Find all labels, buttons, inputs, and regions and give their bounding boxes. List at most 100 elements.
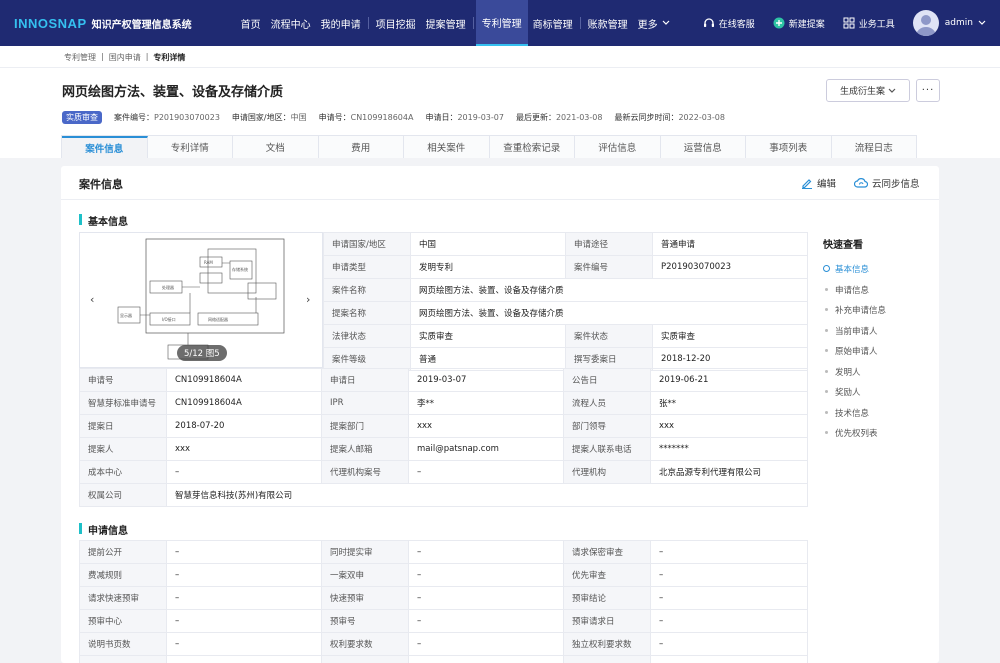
breadcrumb-current: 专利详情 — [153, 53, 186, 62]
edit-button[interactable]: 编辑 — [801, 176, 836, 190]
field-value: 网页绘图方法、装置、设备及存储介质 — [410, 278, 808, 302]
table-row: 权属公司 智慧芽信息科技(苏州)有限公司 — [79, 483, 808, 507]
field-value: 发明专利 — [410, 255, 566, 279]
edit-label: 编辑 — [817, 179, 837, 190]
breadcrumb-domestic-application[interactable]: 国内申请 — [109, 52, 141, 63]
chevron-down-icon[interactable] — [978, 20, 986, 26]
page-title: 网页绘图方法、装置、设备及存储介质 — [62, 85, 284, 100]
field-label: 部门领导 — [563, 414, 651, 438]
card-title: 案件信息 — [79, 178, 123, 191]
quick-link-inventor[interactable]: 发明人 — [823, 362, 923, 383]
top-navigation-bar: INNOSNAP 知识产权管理信息系统 首页 流程中心 我的申请 项目挖掘 提案… — [0, 0, 1000, 46]
business-tools-button[interactable]: 业务工具 — [843, 17, 895, 30]
breadcrumb-patent-management[interactable]: 专利管理 — [64, 52, 96, 63]
table-row: 智慧芽标准申请号 CN109918604A IPR 李** 流程人员 张** — [79, 391, 808, 415]
table-row — [79, 655, 808, 663]
tab-case-info[interactable]: 案件信息 — [62, 136, 148, 158]
plus-circle-icon — [773, 17, 785, 29]
tab-process-log[interactable]: 流程日志 — [832, 136, 917, 158]
card-header: 案件信息 编辑 云同步信息 — [61, 166, 939, 200]
field-label: 独立权利要求数 — [563, 632, 651, 656]
nav-billing-management[interactable]: 账款管理 — [583, 0, 633, 46]
field-label: 预审结论 — [563, 586, 651, 610]
field-value: – — [408, 586, 564, 610]
quick-link-supplementary-application-info[interactable]: 补充申请信息 — [823, 300, 923, 321]
quick-view-title: 快速查看 — [823, 240, 863, 251]
quick-link-basic-info[interactable]: 基本信息 — [823, 259, 923, 280]
field-label: 成本中心 — [79, 460, 167, 484]
field-label: 申请日 — [321, 368, 409, 392]
tab-fees[interactable]: 费用 — [319, 136, 404, 158]
field-label: 代理机构案号 — [321, 460, 409, 484]
field-label: 案件状态 — [565, 324, 653, 348]
field-label: 案件编号 — [565, 255, 653, 279]
topbar-actions: 在线客服 新建提案 业务工具 admin — [703, 0, 1000, 46]
innosnap-logo[interactable]: INNOSNAP — [14, 16, 87, 31]
more-actions-button[interactable]: ··· — [916, 79, 940, 102]
field-label: 提案日 — [79, 414, 167, 438]
breadcrumb-separator: | — [145, 52, 149, 61]
meta-application-date: 2019-03-07 — [457, 113, 504, 122]
nav-home[interactable]: 首页 — [236, 0, 266, 46]
online-service-button[interactable]: 在线客服 — [703, 17, 755, 30]
avatar[interactable] — [912, 10, 939, 36]
carousel-next-arrow[interactable]: › — [306, 293, 310, 306]
quick-link-priority-list[interactable]: 优先权列表 — [823, 423, 923, 444]
field-value: – — [650, 563, 808, 587]
svg-text:I/O接口: I/O接口 — [162, 316, 176, 322]
tab-evaluation-info[interactable]: 评估信息 — [575, 136, 661, 158]
field-label — [321, 655, 409, 663]
nav-divider — [472, 17, 474, 29]
tab-matter-list[interactable]: 事项列表 — [746, 136, 832, 158]
table-row: 提案日 2018-07-20 提案部门 xxx 部门领导 xxx — [79, 414, 808, 438]
field-value: 李** — [408, 391, 564, 415]
field-value: – — [650, 586, 808, 610]
tab-documents[interactable]: 文档 — [233, 136, 319, 158]
field-value: xxx — [650, 414, 808, 438]
table-row: 提案名称 网页绘图方法、装置、设备及存储介质 — [323, 301, 808, 325]
username[interactable]: admin — [945, 18, 973, 28]
field-value: – — [408, 609, 564, 633]
carousel-prev-arrow[interactable]: ‹ — [90, 293, 94, 306]
table-row: 请求快速预审 – 快速预审 – 预审结论 – — [79, 586, 808, 610]
quick-link-current-applicant[interactable]: 当前申请人 — [823, 321, 923, 342]
nav-project-mining[interactable]: 项目挖掘 — [371, 0, 421, 46]
system-name: 知识产权管理信息系统 — [91, 19, 192, 31]
field-label: 预审请求日 — [563, 609, 651, 633]
quick-link-application-info[interactable]: 申请信息 — [823, 280, 923, 301]
generate-derivative-case-button[interactable]: 生成衍生案 — [826, 79, 910, 102]
quick-link-original-applicant[interactable]: 原始申请人 — [823, 341, 923, 362]
field-value — [650, 655, 808, 663]
nav-trademark-management[interactable]: 商标管理 — [528, 0, 578, 46]
nav-my-applications[interactable]: 我的申请 — [316, 0, 366, 46]
table-row: 提案人 xxx 提案人邮箱 mail@patsnap.com 提案人联系电话 *… — [79, 437, 808, 461]
field-label: 申请号 — [79, 368, 167, 392]
nav-patent-management[interactable]: 专利管理 — [475, 0, 528, 46]
nav-more[interactable]: 更多 — [633, 0, 675, 46]
tab-operation-info[interactable]: 运营信息 — [661, 136, 746, 158]
headset-icon — [703, 18, 714, 27]
nav-proposal-management[interactable]: 提案管理 — [421, 0, 471, 46]
tab-related-cases[interactable]: 相关案件 — [404, 136, 490, 158]
basic-info-table-full: 申请号 CN109918604A 申请日 2019-03-07 公告日 2019… — [79, 368, 808, 507]
field-value: 实质审查 — [652, 324, 808, 348]
online-service-label: 在线客服 — [718, 19, 755, 30]
detail-tabs: 案件信息 专利详情 文档 费用 相关案件 查重检索记录 评估信息 运营信息 事项… — [61, 135, 917, 158]
cloud-sync-icon — [854, 178, 868, 188]
tab-patent-details[interactable]: 专利详情 — [148, 136, 233, 158]
tab-duplicate-search-records[interactable]: 查重检索记录 — [490, 136, 575, 158]
quick-link-technical-info[interactable]: 技术信息 — [823, 403, 923, 424]
nav-more-label: 更多 — [637, 19, 658, 31]
field-value: – — [408, 540, 564, 564]
table-row: 申请类型 发明专利 案件编号 P201903070023 — [323, 255, 808, 279]
nav-workflow-center[interactable]: 流程中心 — [266, 0, 316, 46]
field-value: CN109918604A — [166, 391, 322, 415]
cloud-sync-button[interactable]: 云同步信息 — [854, 176, 920, 190]
field-value: xxx — [166, 437, 322, 461]
field-label: 优先审查 — [563, 563, 651, 587]
user-icon — [915, 15, 936, 36]
field-label: 流程人员 — [563, 391, 651, 415]
meta-label: 案件编号： — [114, 113, 154, 122]
new-proposal-button[interactable]: 新建提案 — [773, 17, 825, 30]
quick-link-awardee[interactable]: 奖励人 — [823, 382, 923, 403]
